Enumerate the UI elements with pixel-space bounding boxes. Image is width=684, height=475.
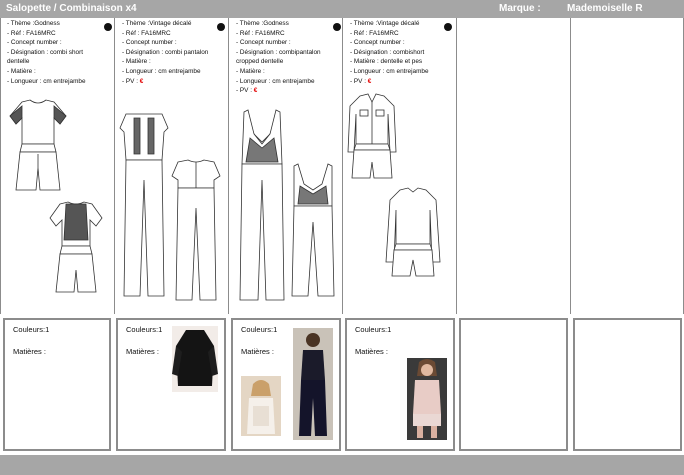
product-spec-4: - Thème :Vintage décalé - Réf : FA16MRC … <box>350 19 429 86</box>
spec-material: - Matière : <box>236 67 265 75</box>
column-divider <box>456 18 457 314</box>
colors-label: Couleurs:1 <box>241 325 278 334</box>
colors-label: Couleurs:1 <box>13 325 50 334</box>
column-divider <box>114 18 115 314</box>
sketch-combi-short-back <box>48 200 104 296</box>
brand-label: Marque : <box>499 3 541 14</box>
spec-theme: - Thème :Godness <box>7 20 60 27</box>
spec-material: - Matière : dentelle et pes <box>350 58 423 66</box>
spec-ref: - Réf : FA16MRC <box>7 29 56 37</box>
sketch-combi-pantalon-back <box>170 158 222 304</box>
spec-designation: - Désignation : combipantalon <box>236 48 321 56</box>
spec-price-label: - PV : <box>236 87 254 95</box>
column-divider <box>342 18 343 314</box>
spec-concept: - Concept number : <box>350 39 405 47</box>
spec-length: - Longueur : cm entrejambe <box>122 67 201 75</box>
spec-ref: - Réf : FA16MRC <box>122 29 171 37</box>
sketch-combipantalon-cropped-back <box>290 162 336 300</box>
spec-theme: - Thème :Godness <box>236 20 289 27</box>
spec-ref: - Réf : FA16MRC <box>236 29 285 37</box>
spec-ref: - Réf : FA16MRC <box>350 29 399 37</box>
product-photo-model-combishort <box>407 358 447 440</box>
spec-length: - Longueur : cm entrejambe <box>350 67 429 75</box>
spec-price: - PV : € <box>122 77 208 87</box>
spec-price: - PV : € <box>236 86 321 96</box>
colors-label: Couleurs:1 <box>126 325 163 334</box>
spec-material: - Matière : <box>122 58 151 66</box>
product-photo-lace-top <box>241 376 281 436</box>
materials-label: Matières : <box>241 347 274 356</box>
spec-concept: - Concept number : <box>7 39 62 47</box>
column-divider <box>570 18 571 314</box>
spec-price-label: - PV : <box>122 77 140 85</box>
colors-box-3: Couleurs:1 Matières : <box>231 318 341 451</box>
spec-designation-cont: dentelle <box>7 58 30 66</box>
colors-box-1: Couleurs:1 Matières : <box>3 318 111 451</box>
spec-concept: - Concept number : <box>122 39 177 47</box>
colors-box-6 <box>573 318 682 451</box>
spec-designation: - Désignation : combishort <box>350 48 425 56</box>
spec-concept: - Concept number : <box>236 39 291 47</box>
sketch-combishort-front <box>346 92 398 182</box>
colors-box-4: Couleurs:1 Matières : <box>345 318 455 451</box>
spec-designation: - Désignation : combi short <box>7 48 84 56</box>
materials-label: Matières : <box>126 347 159 356</box>
product-spec-2: - Thème :Vintage décalé - Réf : FA16MRC … <box>122 19 208 86</box>
column-divider <box>0 18 1 314</box>
spec-material: - Matière : <box>7 67 36 75</box>
materials-label: Matières : <box>355 347 388 356</box>
euro-symbol: € <box>367 77 372 85</box>
colors-box-5 <box>459 318 568 451</box>
black-dot-icon <box>104 23 112 31</box>
page-title: Salopette / Combinaison x4 <box>6 3 137 14</box>
spec-price: - PV : € <box>350 77 429 87</box>
sketch-combishort-back <box>384 186 442 278</box>
product-photo-model-jumpsuit <box>293 328 333 440</box>
column-divider <box>228 18 229 314</box>
brand-value: Mademoiselle R <box>567 3 643 14</box>
colors-box-2: Couleurs:1 Matières : <box>116 318 226 451</box>
spec-price-label: - PV : <box>350 77 368 85</box>
black-dot-icon <box>333 23 341 31</box>
spec-designation-cont: cropped dentelle <box>236 58 284 66</box>
footer-bar <box>0 455 684 475</box>
sketch-combi-pantalon-front <box>118 110 170 300</box>
euro-symbol: € <box>253 87 258 95</box>
product-spec-3: - Thème :Godness - Réf : FA16MRC - Conce… <box>236 19 321 96</box>
spec-length: - Longueur : cm entrejambe <box>236 77 315 85</box>
black-dot-icon <box>217 23 225 31</box>
euro-symbol: € <box>139 77 144 85</box>
sketch-combi-short-front <box>8 98 68 194</box>
sketch-combipantalon-cropped-front <box>236 108 288 304</box>
spec-theme: - Thème :Vintage décalé <box>350 20 420 27</box>
materials-label: Matières : <box>13 347 46 356</box>
black-dot-icon <box>444 23 452 31</box>
spec-length: - Longueur : cm entrejambe <box>7 77 86 85</box>
spec-designation: - Désignation : combi pantalon <box>122 48 209 56</box>
spec-theme: - Thème :Vintage décalé <box>122 20 192 27</box>
product-spec-1: - Thème :Godness - Réf : FA16MRC - Conce… <box>7 19 86 86</box>
product-photo-black-combi <box>172 326 218 392</box>
colors-label: Couleurs:1 <box>355 325 392 334</box>
